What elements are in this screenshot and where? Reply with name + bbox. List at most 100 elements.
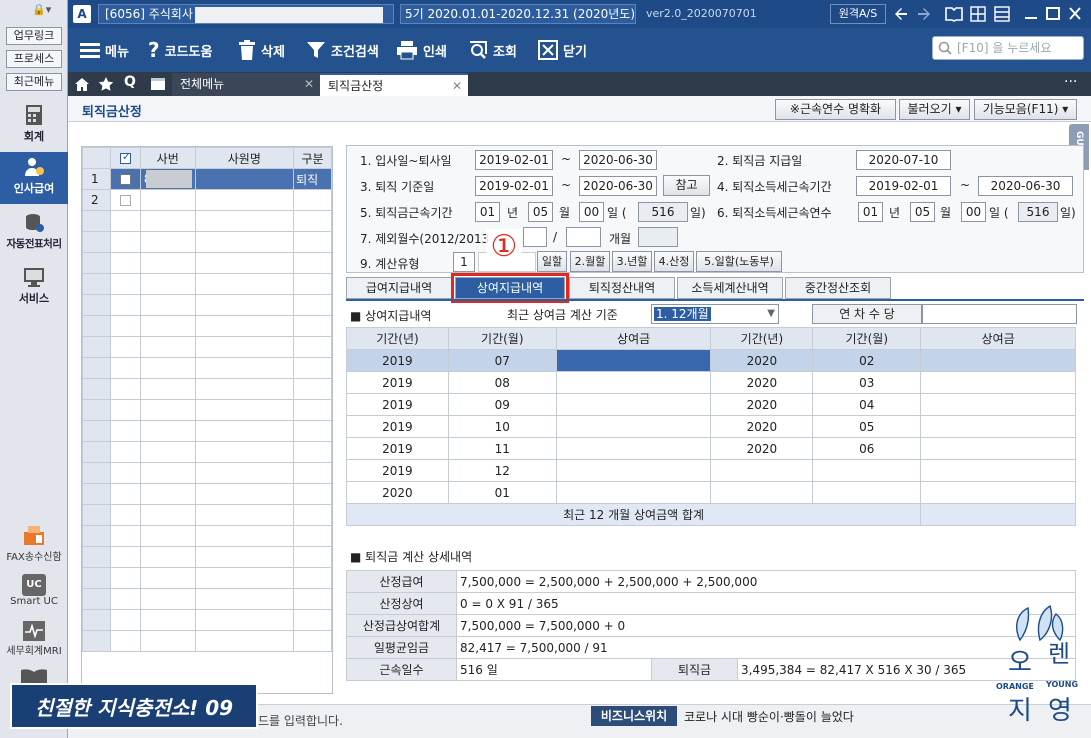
table-row[interactable]: 2019 07 2020 02 [346, 349, 1076, 372]
star-icon[interactable] [98, 76, 114, 92]
printer-icon [397, 41, 417, 60]
close-button[interactable]: 닫기 [538, 28, 587, 72]
close-tab-icon[interactable]: ✕ [452, 75, 462, 98]
table-row[interactable]: 2019 11 2020 06 [346, 437, 1076, 460]
sidebar-fax[interactable]: FAX송수신함 [0, 524, 68, 563]
annual-leave-field[interactable] [922, 304, 1077, 324]
tab-settlement-history[interactable]: 퇴직정산내역 [569, 277, 675, 299]
close-window-icon[interactable] [1068, 6, 1082, 22]
table-row[interactable]: 2 [82, 189, 332, 211]
list-layout-icon[interactable] [994, 6, 1010, 22]
calc-option-daily[interactable]: 일할 [537, 251, 567, 272]
calendar-icon[interactable] [150, 77, 166, 91]
table-row[interactable]: 2019 10 2020 05 [346, 415, 1076, 438]
sidebar-item-accounting[interactable]: 회계 [0, 104, 68, 148]
delete-button[interactable]: 삭제 [238, 28, 285, 72]
sidebar-mri[interactable]: 세무회계MRI [0, 620, 68, 657]
hire-date-field[interactable]: 2019-02-01 [475, 150, 553, 170]
excluded-months-field-2[interactable] [566, 227, 601, 247]
table-row[interactable]: 2020 01 [346, 481, 1076, 504]
maximize-icon[interactable] [1046, 6, 1060, 22]
tax-period-label: 4. 퇴직소득세근속기간 [717, 180, 832, 194]
base-date-label: 3. 퇴직 기준일 [360, 180, 435, 194]
bonus-cell-active[interactable] [555, 349, 712, 372]
table-row[interactable]: 1 8 퇴직 [82, 168, 332, 190]
col-year: 기간(년) [710, 327, 814, 350]
table-row[interactable]: 2019 12 [346, 459, 1076, 482]
recent-menu-button[interactable]: 최근메뉴 [6, 73, 62, 91]
logo-char: 오 [1008, 648, 1032, 678]
emp-id-header: 사번 [139, 147, 196, 169]
layout-icon[interactable] [970, 6, 986, 22]
bonus-basis-label: 최근 상여금 계산 기준 [507, 308, 618, 322]
more-tabs-icon[interactable]: ··· [1064, 74, 1077, 90]
pay-date-field[interactable]: 2020-07-10 [856, 150, 951, 170]
logo-char: 지 [1008, 696, 1032, 726]
calc-option-estimate[interactable]: 4.산정 [654, 251, 694, 272]
select-all-checkbox[interactable]: ✓ [109, 147, 141, 169]
tax-years-field[interactable]: 01 [858, 202, 883, 222]
tab-all-menu[interactable]: 전체메뉴 ✕ [172, 73, 320, 96]
tab-bonus-history[interactable]: 상여지급내역 [451, 273, 569, 303]
news-headline[interactable]: 코로나 시대 빵순이·빵돌이 늘었다 [684, 708, 854, 725]
tab-severance[interactable]: 퇴직금산정 ✕ [320, 73, 468, 96]
bonus-section-title: ■ 상여지급내역 [350, 309, 432, 323]
version-label: ver2.0_20200707​01 [646, 7, 757, 20]
calc-option-labor[interactable]: 5.일할(노동부) [696, 251, 782, 272]
sidebar-item-service[interactable]: 서비스 [0, 266, 68, 310]
row-checkbox[interactable] [119, 195, 131, 206]
remote-as-button[interactable]: 원격A/S [830, 4, 886, 24]
table-row[interactable]: 2019 09 2020 04 [346, 393, 1076, 416]
code-help-button[interactable]: ? 코드도움 [148, 28, 212, 72]
view-button[interactable]: 조회 [468, 28, 517, 72]
base-from-field[interactable]: 2019-02-01 [475, 176, 553, 196]
service-days-field[interactable]: 00 [579, 202, 604, 222]
minimize-icon[interactable] [1024, 6, 1038, 22]
tax-to-field[interactable]: 2020-06-30 [978, 176, 1073, 196]
work-link-button[interactable]: 업무링크 [6, 27, 62, 45]
function-menu-button[interactable]: 기능모음(F11) ▾ [974, 99, 1077, 120]
reference-button[interactable]: 참고 [663, 175, 710, 196]
close-tab-icon[interactable]: ✕ [304, 73, 314, 96]
bonus-total-row: 최근 12 개월 상여금액 합계 [345, 503, 1076, 526]
sidebar-item-payroll[interactable]: 인사급여 [0, 152, 68, 204]
forward-arrow-icon[interactable] [916, 6, 932, 22]
tab-interim-settlement[interactable]: 중간정산조회 [785, 277, 891, 299]
lock-icon[interactable]: 🔒▾ [32, 3, 51, 16]
back-arrow-icon[interactable] [893, 6, 909, 22]
person-money-icon [25, 158, 44, 176]
calc-option-yearly[interactable]: 3.년할 [612, 251, 652, 272]
row-checkbox[interactable] [119, 174, 131, 185]
process-button[interactable]: 프로세스 [6, 50, 62, 68]
detail-table: 산정급여 7,500,000 = 2,500,000 + 2,500,000 + … [346, 570, 1076, 681]
tax-days-field[interactable]: 00 [961, 202, 986, 222]
quick-search-icon[interactable]: Q [124, 74, 136, 90]
search-input[interactable]: [F10] 을 누르세요 [932, 36, 1084, 60]
bonus-basis-select[interactable]: 1. 12개월 ▼ [651, 304, 779, 324]
confirm-service-button[interactable]: ※근속연수 명확화 [775, 99, 896, 120]
book-icon[interactable] [945, 6, 963, 22]
service-months-field[interactable]: 05 [528, 202, 553, 222]
tax-from-field[interactable]: 2019-02-01 [856, 176, 951, 196]
print-button[interactable]: 인쇄 [396, 28, 447, 72]
tax-months-field[interactable]: 05 [910, 202, 935, 222]
monitor-icon [24, 268, 44, 287]
home-icon[interactable] [74, 77, 90, 92]
sidebar-smart-uc[interactable]: UC Smart UC [0, 574, 68, 607]
load-button[interactable]: 불러오기 ▾ [899, 99, 970, 120]
table-row[interactable]: 2019 08 2020 03 [346, 371, 1076, 394]
filter-search-button[interactable]: 조건검색 [306, 28, 379, 72]
calc-type-field[interactable]: 1 [453, 252, 475, 272]
tab-tax-calculation[interactable]: 소득세계산내역 [677, 277, 783, 299]
base-to-field[interactable]: 2020-06-30 [579, 176, 657, 196]
hire-leave-label: 1. 입사일~퇴사일 [360, 154, 452, 168]
hamburger-icon [80, 43, 100, 58]
sidebar-item-auto-voucher[interactable]: 자동전표처리 [0, 212, 68, 256]
calc-option-monthly[interactable]: 2.월할 [570, 251, 610, 272]
excluded-months-field-1[interactable] [523, 227, 547, 247]
service-years-field[interactable]: 01 [475, 202, 500, 222]
tab-salary-history[interactable]: 급여지급내역 [346, 277, 452, 299]
menu-button[interactable]: 메뉴 [80, 28, 129, 72]
trash-icon [239, 40, 255, 60]
leave-date-field[interactable]: 2020-06-30 [579, 150, 657, 170]
